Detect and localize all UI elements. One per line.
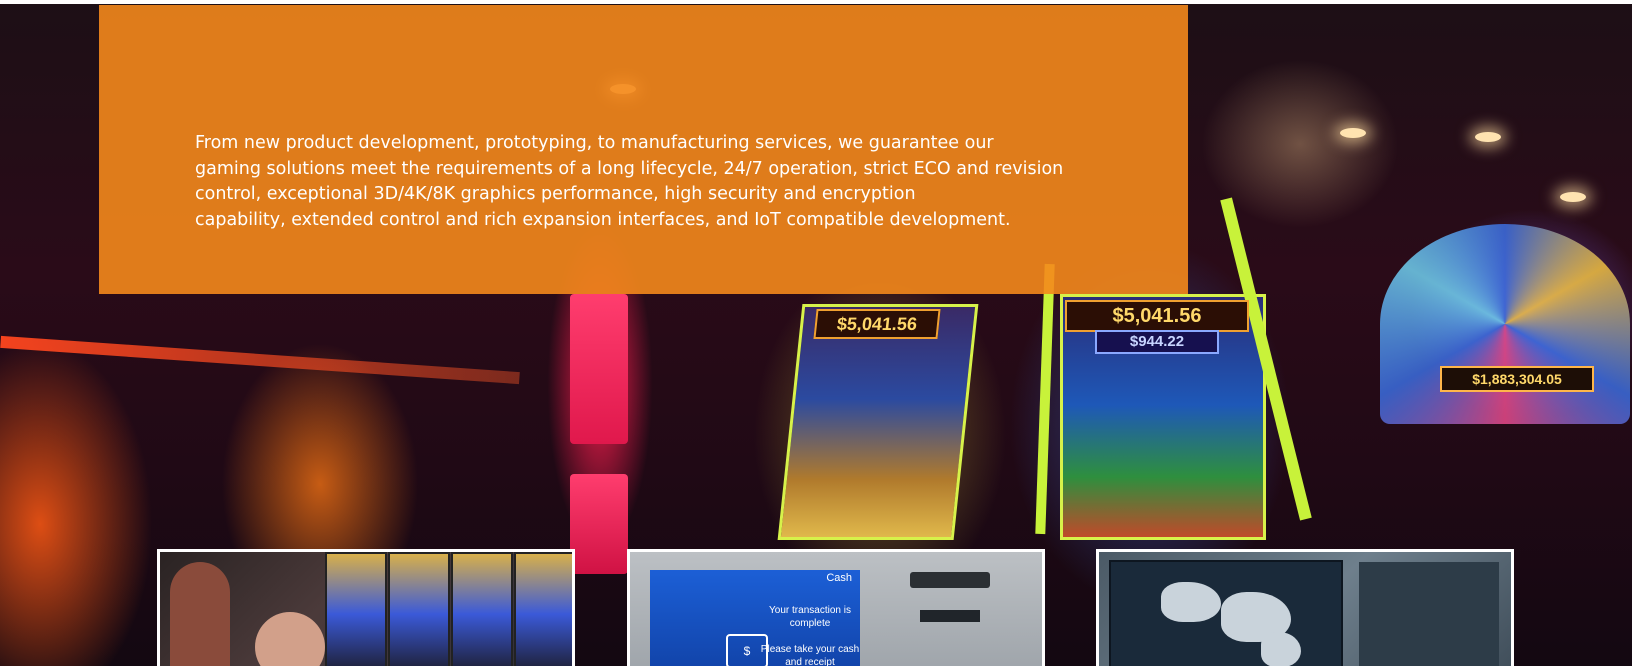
world-map-screen [1109,560,1343,666]
map-landmass [1261,632,1301,666]
neon-bar [1035,263,1055,535]
intro-description: From new product development, prototypin… [195,133,1064,230]
map-landmass [1161,582,1221,622]
slot-machine-icon [325,552,387,666]
wheel-jackpot-display: $1,883,304.05 [1440,366,1594,392]
atm-screen-message: Your transaction is complete Please take… [760,605,860,666]
slot-machine-icon [451,552,513,666]
prize-wheel [1380,224,1630,424]
intro-overlay: From new product development, prototypin… [99,5,1188,294]
slot-machine-icon [514,552,572,666]
card-slot [910,572,990,588]
thumbnail-slot-players[interactable] [157,549,575,666]
jackpot-display-secondary: $944.22 [1095,330,1219,354]
ceiling-light-icon [1340,128,1366,138]
monitoring-panel [1359,562,1499,666]
receipt-slot [920,610,980,622]
ceiling-light-icon [1560,192,1586,202]
person-figure [255,612,325,666]
jackpot-display: $5,041.56 [1065,300,1249,332]
slot-machine [777,304,979,540]
atm-screen-title: Cash [826,572,852,584]
person-figure [170,562,230,666]
page: $5,041.56 $5,041.56 $944.22 $1,883,304.0… [0,0,1632,666]
slot-machine-icon [388,552,450,666]
red-light-panel [570,474,628,574]
thumbnail-atm-kiosk[interactable]: Cash $ Your transaction is complete Plea… [627,549,1045,666]
atm-screen: Cash $ Your transaction is complete Plea… [650,570,860,666]
thumbnail-control-monitoring[interactable] [1096,549,1514,666]
red-light-panel [570,294,628,444]
ceiling-light-icon [1475,132,1501,142]
neon-stripe [0,335,520,385]
jackpot-display: $5,041.56 [813,309,941,339]
